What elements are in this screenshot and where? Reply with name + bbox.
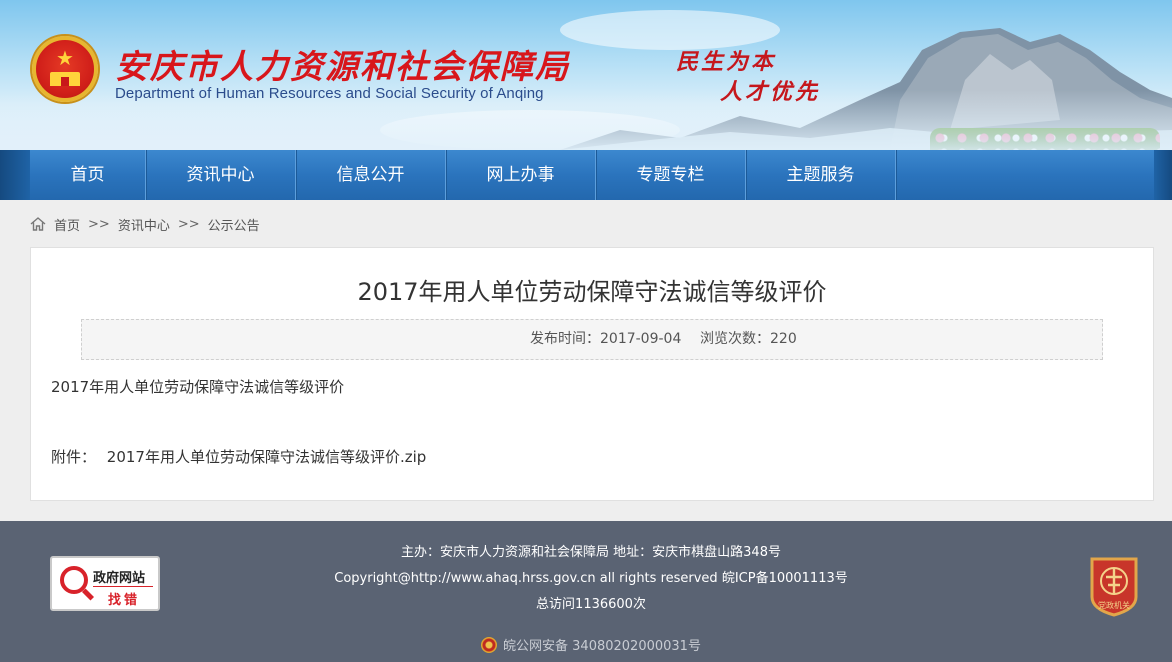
breadcrumb-current[interactable]: 公示公告: [208, 215, 260, 234]
police-record-text: 皖公网安备 34080202000031号: [503, 639, 701, 654]
breadcrumb-separator: >>: [88, 216, 110, 232]
nav-item-info-disclosure[interactable]: 信息公开: [296, 150, 446, 200]
attachment-link[interactable]: 2017年用人单位劳动保障守法诚信等级评价.zip: [107, 448, 427, 466]
article-body: 2017年用人单位劳动保障守法诚信等级评价: [51, 378, 345, 396]
breadcrumb-separator: >>: [177, 216, 200, 232]
slogan-line1: 民生为本: [676, 49, 777, 75]
party-government-badge-icon[interactable]: 党政机关: [1088, 555, 1140, 617]
nav-item-news-center[interactable]: 资讯中心: [146, 150, 296, 200]
national-emblem-icon: ★: [32, 36, 98, 102]
footer-copyright: Copyright@http://www.ahaq.hrss.gov.cn al…: [334, 571, 848, 586]
header-banner: ★ 安庆市人力资源和社会保障局 Department of Human Reso…: [0, 0, 1172, 150]
site-title: 安庆市人力资源和社会保障局: [115, 47, 570, 86]
nav-item-home[interactable]: 首页: [30, 150, 146, 200]
breadcrumb-news-center[interactable]: 资讯中心: [118, 215, 170, 234]
attachment-row: 附件： 2017年用人单位劳动保障守法诚信等级评价.zip: [51, 446, 426, 467]
site-subtitle: Department of Human Resources and Social…: [115, 85, 544, 102]
police-badge-icon: [481, 637, 498, 653]
article-meta-bar: 发布时间：2017-09-04 浏览次数：220: [81, 319, 1103, 360]
breadcrumb: 首页 >> 资讯中心 >> 公示公告: [30, 213, 260, 235]
publish-time: 发布时间：2017-09-04: [530, 331, 682, 347]
footer-visit-count: 总访问1136600次: [536, 597, 646, 612]
footer: 政府网站 找错 主办：安庆市人力资源和社会保障局 地址：安庆市棋盘山路348号 …: [0, 521, 1172, 662]
article-panel: 2017年用人单位劳动保障守法诚信等级评价 发布时间：2017-09-04 浏览…: [30, 247, 1154, 501]
breadcrumb-home[interactable]: 首页: [54, 215, 80, 234]
article-title: 2017年用人单位劳动保障守法诚信等级评价: [357, 278, 827, 306]
badge-text: 党政机关: [1098, 600, 1130, 610]
home-icon: [30, 217, 46, 231]
nav-item-theme-services[interactable]: 主题服务: [746, 150, 896, 200]
nav-item-online-services[interactable]: 网上办事: [446, 150, 596, 200]
footer-sponsor-address: 主办：安庆市人力资源和社会保障局 地址：安庆市棋盘山路348号: [401, 545, 781, 560]
attachment-label: 附件：: [51, 448, 97, 466]
nav-item-special-topics[interactable]: 专题专栏: [596, 150, 746, 200]
view-count: 浏览次数：220: [700, 331, 797, 347]
footer-police-record[interactable]: 皖公网安备 34080202000031号: [0, 635, 1172, 654]
main-nav: 首页 资讯中心 信息公开 网上办事 专题专栏 主题服务: [30, 150, 1154, 200]
main-nav-bar: 首页 资讯中心 信息公开 网上办事 专题专栏 主题服务: [0, 150, 1172, 200]
slogan-line2: 人才优先: [720, 79, 821, 105]
